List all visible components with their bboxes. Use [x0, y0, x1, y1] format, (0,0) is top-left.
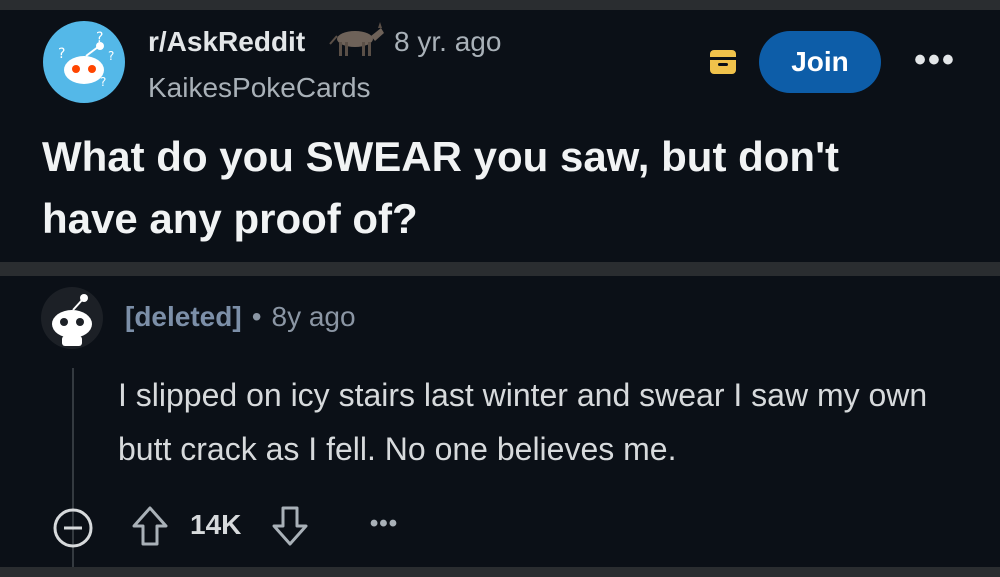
comment-body: I slipped on icy stairs last winter and …	[118, 377, 928, 467]
section-separator	[0, 262, 1000, 276]
vote-score: 14K	[190, 509, 242, 540]
deleted-snoo-icon	[41, 287, 103, 349]
askreddit-snoo-icon[interactable]: ? ? ? ?	[42, 20, 126, 104]
svg-text:?: ?	[108, 49, 114, 63]
comment-author[interactable]: [deleted]	[125, 301, 242, 333]
subreddit-name[interactable]: r/AskReddit	[148, 26, 305, 58]
donkey-flair-icon	[329, 22, 384, 56]
top-separator	[0, 0, 1000, 10]
downvote-icon[interactable]	[270, 504, 310, 548]
comment-more-options-button[interactable]: •••	[362, 508, 406, 540]
bottom-separator	[0, 567, 1000, 577]
collapse-icon[interactable]	[52, 507, 94, 549]
post-author[interactable]: KaikesPokeCards	[148, 72, 371, 104]
upvote-icon[interactable]	[130, 504, 170, 548]
save-icon[interactable]	[707, 46, 739, 78]
post-title[interactable]: What do you SWEAR you saw, but don't hav…	[42, 126, 942, 250]
join-button[interactable]: Join	[759, 31, 881, 93]
comment-age: 8y ago	[271, 301, 356, 332]
svg-text:?: ?	[58, 46, 65, 62]
post-more-options-button[interactable]: •••	[912, 40, 958, 80]
post-age: 8 yr. ago	[394, 26, 502, 57]
comment-meta: [deleted] • 8y ago	[125, 301, 356, 333]
meta-separator: •	[251, 301, 262, 332]
